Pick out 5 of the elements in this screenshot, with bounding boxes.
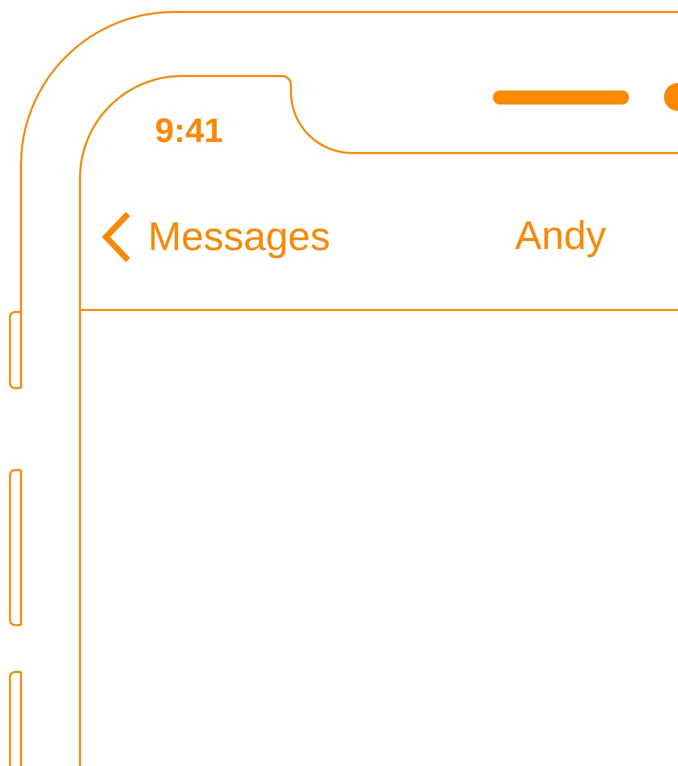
back-button[interactable]: Messages [98,210,330,264]
status-time: 9:41 [155,114,224,148]
speaker-icon [492,90,630,105]
camera-icon [664,83,678,111]
conversation-title: Andy [515,216,606,256]
